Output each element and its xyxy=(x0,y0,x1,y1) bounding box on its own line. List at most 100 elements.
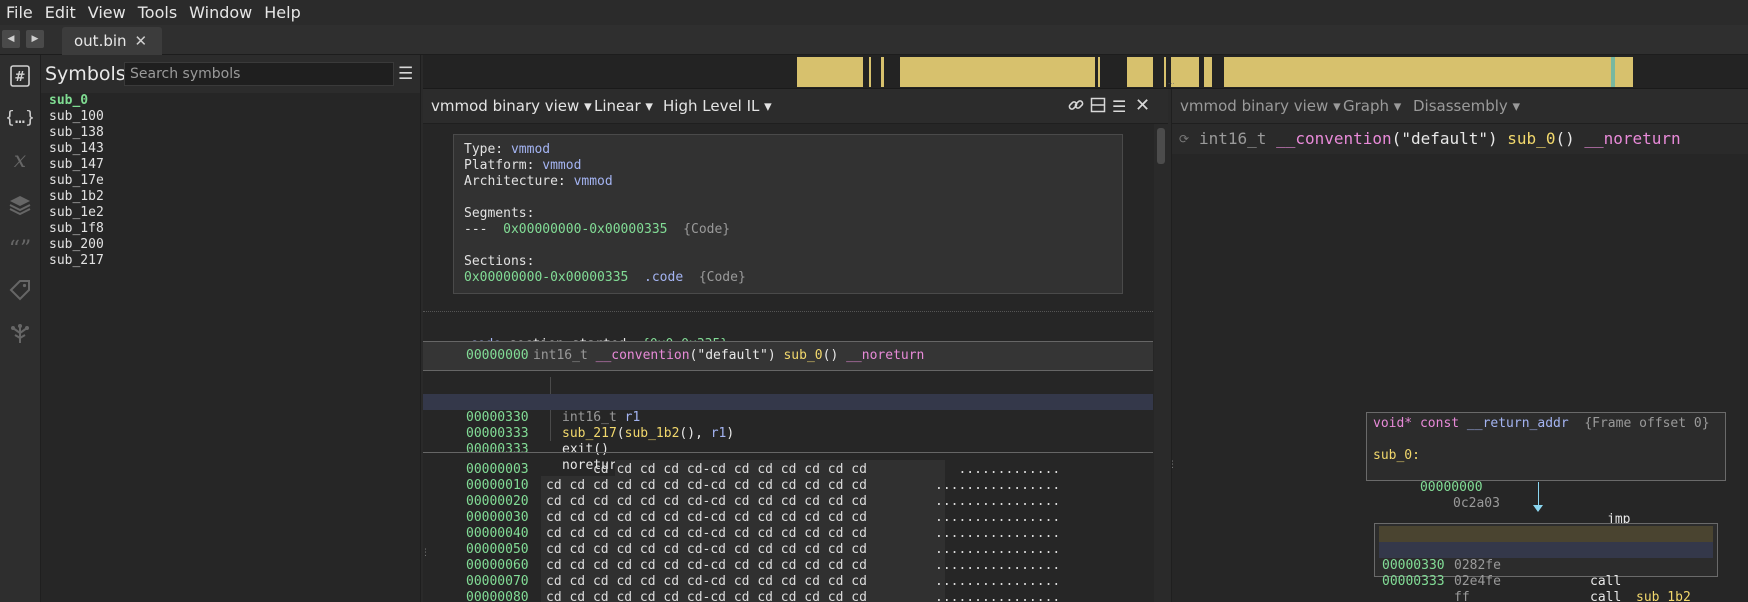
func-attr: __noreturn xyxy=(846,348,925,363)
feature-map[interactable] xyxy=(423,55,1748,89)
segment-range[interactable]: 0x00000000-0x00000335 xyxy=(503,222,667,237)
link-icon[interactable] xyxy=(1068,97,1084,117)
graph-view-type-dropdown[interactable]: vmmod binary view ▾ xyxy=(1180,97,1341,115)
symbol-item[interactable]: sub_147 xyxy=(41,157,419,173)
linear-scrollbar[interactable] xyxy=(1154,124,1168,602)
hex-row[interactable]: 00000080 cd cd cd cd cd cd cd-cd cd cd cd… xyxy=(423,590,1153,602)
frame-var-name[interactable]: __return_addr xyxy=(1467,416,1569,431)
menu-help[interactable]: Help xyxy=(258,3,306,22)
split-icon[interactable] xyxy=(1090,97,1106,117)
hlil-line[interactable]: 00000333 noreturn xyxy=(423,426,1153,473)
hex-ascii: ................ xyxy=(935,590,1061,602)
close-icon[interactable]: ✕ xyxy=(1135,95,1150,116)
function-header[interactable]: 00000000 int16_t __convention("default")… xyxy=(423,342,1153,370)
platform-value: vmmod xyxy=(542,158,582,173)
symbol-item[interactable]: sub_1f8 xyxy=(41,221,419,237)
linear-view-header: vmmod binary view ▾ Linear ▾ High Level … xyxy=(423,89,1168,124)
search-input[interactable] xyxy=(124,62,394,86)
instruction-row-selected[interactable]: 00000330 02e4fe call sub_217 xyxy=(1379,542,1713,602)
il-dropdown[interactable]: High Level IL ▾ xyxy=(663,97,772,115)
hex-ascii: ................ xyxy=(935,510,1061,525)
overview-segment xyxy=(1127,57,1153,87)
symbol-item[interactable]: sub_1e2 xyxy=(41,205,419,221)
splitter-handle[interactable]: ⋮ xyxy=(421,548,430,558)
segment-prefix: --- xyxy=(464,222,488,237)
back-button[interactable]: ◀ xyxy=(2,30,20,48)
symbol-item[interactable]: sub_217 xyxy=(41,253,419,269)
hex-address: 00000003 xyxy=(466,462,529,477)
hamburger-icon[interactable]: ☰ xyxy=(398,64,413,84)
hash-icon[interactable]: # xyxy=(7,63,33,89)
variable-icon[interactable]: x xyxy=(7,148,33,174)
sig-return-type: int16_t xyxy=(1199,129,1267,148)
hex-row[interactable]: 00000010 cd cd cd cd cd cd cd-cd cd cd cd… xyxy=(423,478,1153,494)
hex-row[interactable]: 00000040 cd cd cd cd cd cd cd-cd cd cd cd… xyxy=(423,526,1153,542)
hex-address: 00000050 xyxy=(466,542,529,557)
symbol-item[interactable]: sub_100 xyxy=(41,109,419,125)
hex-bytes: cd cd cd cd cd cd cd-cd cd cd cd cd cd c… xyxy=(546,542,867,557)
splitter-handle[interactable]: ⋮ xyxy=(1168,460,1177,470)
type-value: vmmod xyxy=(510,142,551,157)
symbol-item[interactable]: sub_138 xyxy=(41,125,419,141)
menu-tools[interactable]: Tools xyxy=(132,3,183,22)
symbol-item[interactable]: sub_200 xyxy=(41,237,419,253)
menu-window[interactable]: Window xyxy=(183,3,258,22)
hex-bytes: cd cd cd cd cd cd cd-cd cd cd cd cd cd c… xyxy=(546,590,867,602)
hex-row[interactable]: 00000070 cd cd cd cd cd cd cd-cd cd cd cd… xyxy=(423,574,1153,590)
hex-row[interactable]: 00000003 cd cd cd cd cd-cd cd cd cd cd c… xyxy=(423,462,1153,478)
instruction-row-highlighted[interactable]: 0000032d 0282fe call sub_1b2 xyxy=(1379,526,1713,602)
hex-ascii: ................ xyxy=(935,558,1061,573)
scrollbar-thumb[interactable] xyxy=(1157,128,1165,164)
hex-row[interactable]: 00000060 cd cd cd cd cd cd cd-cd cd cd cd… xyxy=(423,558,1153,574)
linear-listing[interactable]: Type: vmmod Platform: vmmod Architecture… xyxy=(423,124,1153,602)
insn-bytes: ff xyxy=(1454,590,1470,602)
menu-view[interactable]: View xyxy=(82,3,132,22)
forward-button[interactable]: ▶ xyxy=(26,30,44,48)
hlil-line-selected[interactable]: 00000330 sub_217(sub_1b2(), r1) xyxy=(423,394,1153,441)
tab-out-bin[interactable]: out.bin ✕ xyxy=(62,27,162,55)
section-name[interactable]: .code xyxy=(644,270,683,285)
tab-bar: ◀ ▶ out.bin ✕ xyxy=(0,25,1748,55)
close-icon[interactable]: ✕ xyxy=(135,32,148,50)
basic-block-call[interactable]: 0000032d 0282fe call sub_1b2 00000330 02… xyxy=(1374,523,1718,602)
section-range[interactable]: 0x00000000-0x00000335 xyxy=(464,270,628,285)
quote-icon[interactable]: “” xyxy=(7,235,33,261)
menu-edit[interactable]: Edit xyxy=(39,3,82,22)
hex-ascii: ............. xyxy=(935,462,1061,477)
insn-target[interactable]: sub_1b2 xyxy=(1636,590,1691,602)
graph-layout-dropdown[interactable]: Graph ▾ xyxy=(1343,97,1401,115)
hlil-line[interactable]: 00000330 int16_t r1 xyxy=(423,378,1153,425)
file-info-box: Type: vmmod Platform: vmmod Architecture… xyxy=(453,134,1123,294)
section-flags: {Code} xyxy=(698,270,746,285)
symbol-item[interactable]: sub_1b2 xyxy=(41,189,419,205)
func-name[interactable]: sub_0 xyxy=(783,348,822,363)
tree-icon[interactable] xyxy=(7,320,33,346)
instruction-row[interactable]: 00000333 ff exit xyxy=(1379,558,1713,602)
symbol-item[interactable]: sub_17e xyxy=(41,173,419,189)
sig-attr: __noreturn xyxy=(1584,129,1681,148)
menu-file[interactable]: File xyxy=(0,3,39,22)
hex-row[interactable]: 00000050 cd cd cd cd cd cd cd-cd cd cd cd… xyxy=(423,542,1153,558)
refresh-icon[interactable]: ⟳ xyxy=(1179,124,1189,154)
layout-dropdown[interactable]: Linear ▾ xyxy=(594,97,653,115)
arch-label: Architecture: xyxy=(464,174,566,189)
symbol-item[interactable]: sub_0 xyxy=(41,93,419,109)
overview-segment xyxy=(1204,57,1212,87)
func-address[interactable]: 00000000 xyxy=(466,348,529,363)
tag-icon[interactable] xyxy=(7,277,33,303)
overview-segment xyxy=(869,57,871,87)
hex-row[interactable]: 00000020 cd cd cd cd cd cd cd-cd cd cd cd… xyxy=(423,494,1153,510)
symbols-title: Symbols xyxy=(45,63,126,85)
sig-func-name[interactable]: sub_0 xyxy=(1507,129,1555,148)
hamburger-icon[interactable]: ☰ xyxy=(1112,97,1126,116)
graph-il-dropdown[interactable]: Disassembly ▾ xyxy=(1413,97,1520,115)
splitter-handle[interactable]: ··· xyxy=(1168,80,1188,88)
symbol-item[interactable]: sub_143 xyxy=(41,141,419,157)
hlil-line[interactable]: 00000333 exit() xyxy=(423,410,1153,457)
hex-row[interactable]: 00000030 cd cd cd cd cd cd cd-cd cd cd cd… xyxy=(423,510,1153,526)
hex-address: 00000020 xyxy=(466,494,529,509)
layers-icon[interactable] xyxy=(7,192,33,218)
braces-icon[interactable]: {…} xyxy=(7,105,33,131)
view-type-dropdown[interactable]: vmmod binary view ▾ xyxy=(431,97,592,115)
basic-block-entry[interactable]: void* const __return_addr {Frame offset … xyxy=(1366,412,1726,543)
